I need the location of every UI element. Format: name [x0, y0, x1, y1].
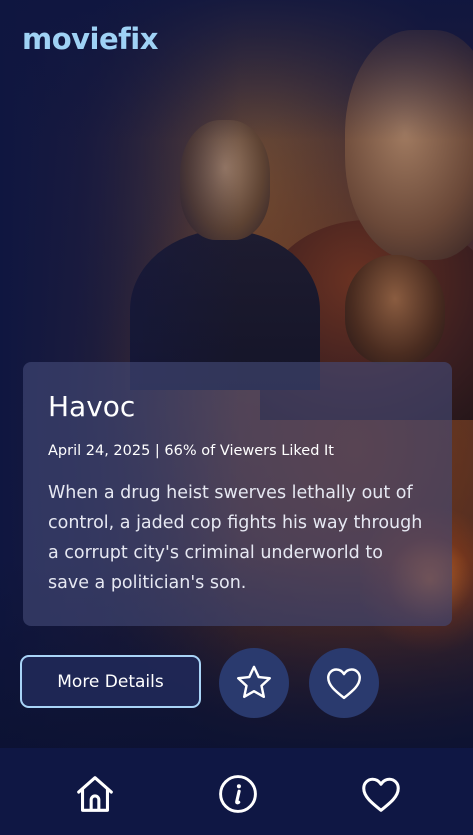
- movie-description: When a drug heist swerves lethally out o…: [48, 483, 423, 593]
- movie-meta: April 24, 2025 | 66% of Viewers Liked It: [48, 443, 334, 459]
- watchlist-button[interactable]: [219, 648, 289, 718]
- info-icon: [219, 775, 257, 813]
- heart-icon: [362, 777, 400, 812]
- nav-favorites[interactable]: [357, 770, 405, 818]
- favorite-button[interactable]: [309, 648, 379, 718]
- more-details-button[interactable]: More Details: [20, 655, 201, 708]
- movie-title: Havoc: [48, 390, 136, 423]
- poster-figure: [345, 255, 445, 365]
- app-logo[interactable]: moviefix: [22, 20, 158, 58]
- home-icon: [77, 776, 113, 812]
- nav-about[interactable]: [214, 770, 262, 818]
- star-icon: [237, 665, 271, 699]
- movie-info-card: Havoc April 24, 2025 | 66% of Viewers Li…: [23, 362, 452, 626]
- heart-icon: [327, 668, 361, 700]
- more-details-label: More Details: [57, 671, 164, 692]
- movie-screen: moviefix Havoc April 24, 2025 | 66% of V…: [0, 0, 473, 835]
- nav-home[interactable]: [71, 770, 119, 818]
- bottom-nav: [0, 748, 473, 835]
